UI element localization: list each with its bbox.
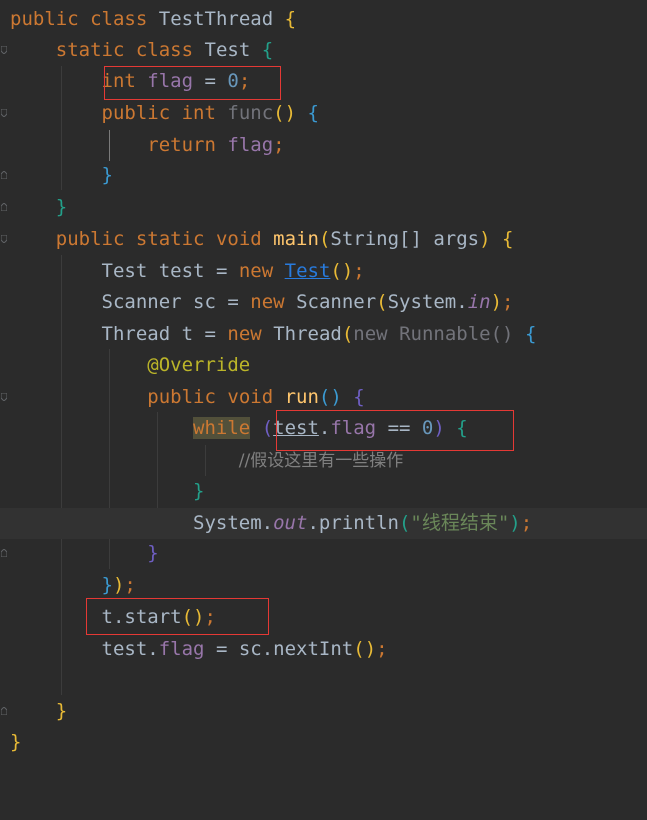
code-line[interactable]: }	[0, 727, 647, 758]
code-editor[interactable]: public class TestThread { static class T…	[0, 0, 647, 763]
class-name: TestThread	[158, 8, 274, 30]
fold-icon[interactable]	[1, 549, 7, 557]
code-line[interactable]: }	[0, 476, 647, 507]
code-line[interactable]: public class TestThread {	[0, 4, 647, 35]
code-line[interactable]: Test test = new Test();	[0, 256, 647, 287]
code-line[interactable]: return flag;	[0, 130, 647, 161]
code-line[interactable]: Thread t = new Thread(new Runnable() {	[0, 319, 647, 350]
code-line[interactable]: @Override	[0, 350, 647, 381]
code-line[interactable]: }	[0, 696, 647, 727]
code-line[interactable]: static class Test {	[0, 35, 647, 66]
code-line[interactable]: }	[0, 192, 647, 223]
class-name: Test	[204, 39, 251, 61]
code-comment: //假设这里有一些操作	[238, 451, 404, 471]
annotation: @Override	[147, 354, 251, 376]
fold-icon[interactable]	[1, 171, 7, 179]
fold-icon[interactable]	[1, 46, 7, 54]
while-keyword: while	[193, 417, 251, 439]
current-code-line[interactable]: System.out.println("线程结束");	[0, 508, 647, 539]
highlight-box-thread-start	[86, 598, 269, 635]
code-line[interactable]: Scanner sc = new Scanner(System.in);	[0, 287, 647, 318]
code-line[interactable]: int flag = 0;	[0, 66, 647, 97]
code-line[interactable]: public static void main(String[] args) {	[0, 224, 647, 255]
ctor-link[interactable]: Test	[285, 260, 331, 282]
code-line[interactable]: test.flag = sc.nextInt();	[0, 634, 647, 665]
fold-icon[interactable]	[1, 707, 7, 715]
code-line[interactable]: public int func() {	[0, 98, 647, 129]
code-line[interactable]: public void run() {	[0, 382, 647, 413]
highlight-box-flag-declaration	[104, 66, 281, 100]
fold-icon[interactable]	[1, 203, 7, 211]
fold-icon[interactable]	[1, 235, 7, 243]
code-line[interactable]: });	[0, 570, 647, 601]
code-line[interactable]: }	[0, 160, 647, 191]
highlight-box-while-condition	[276, 410, 514, 451]
code-line[interactable]: }	[0, 538, 647, 569]
fold-icon[interactable]	[1, 109, 7, 117]
fold-icon[interactable]	[1, 393, 7, 401]
